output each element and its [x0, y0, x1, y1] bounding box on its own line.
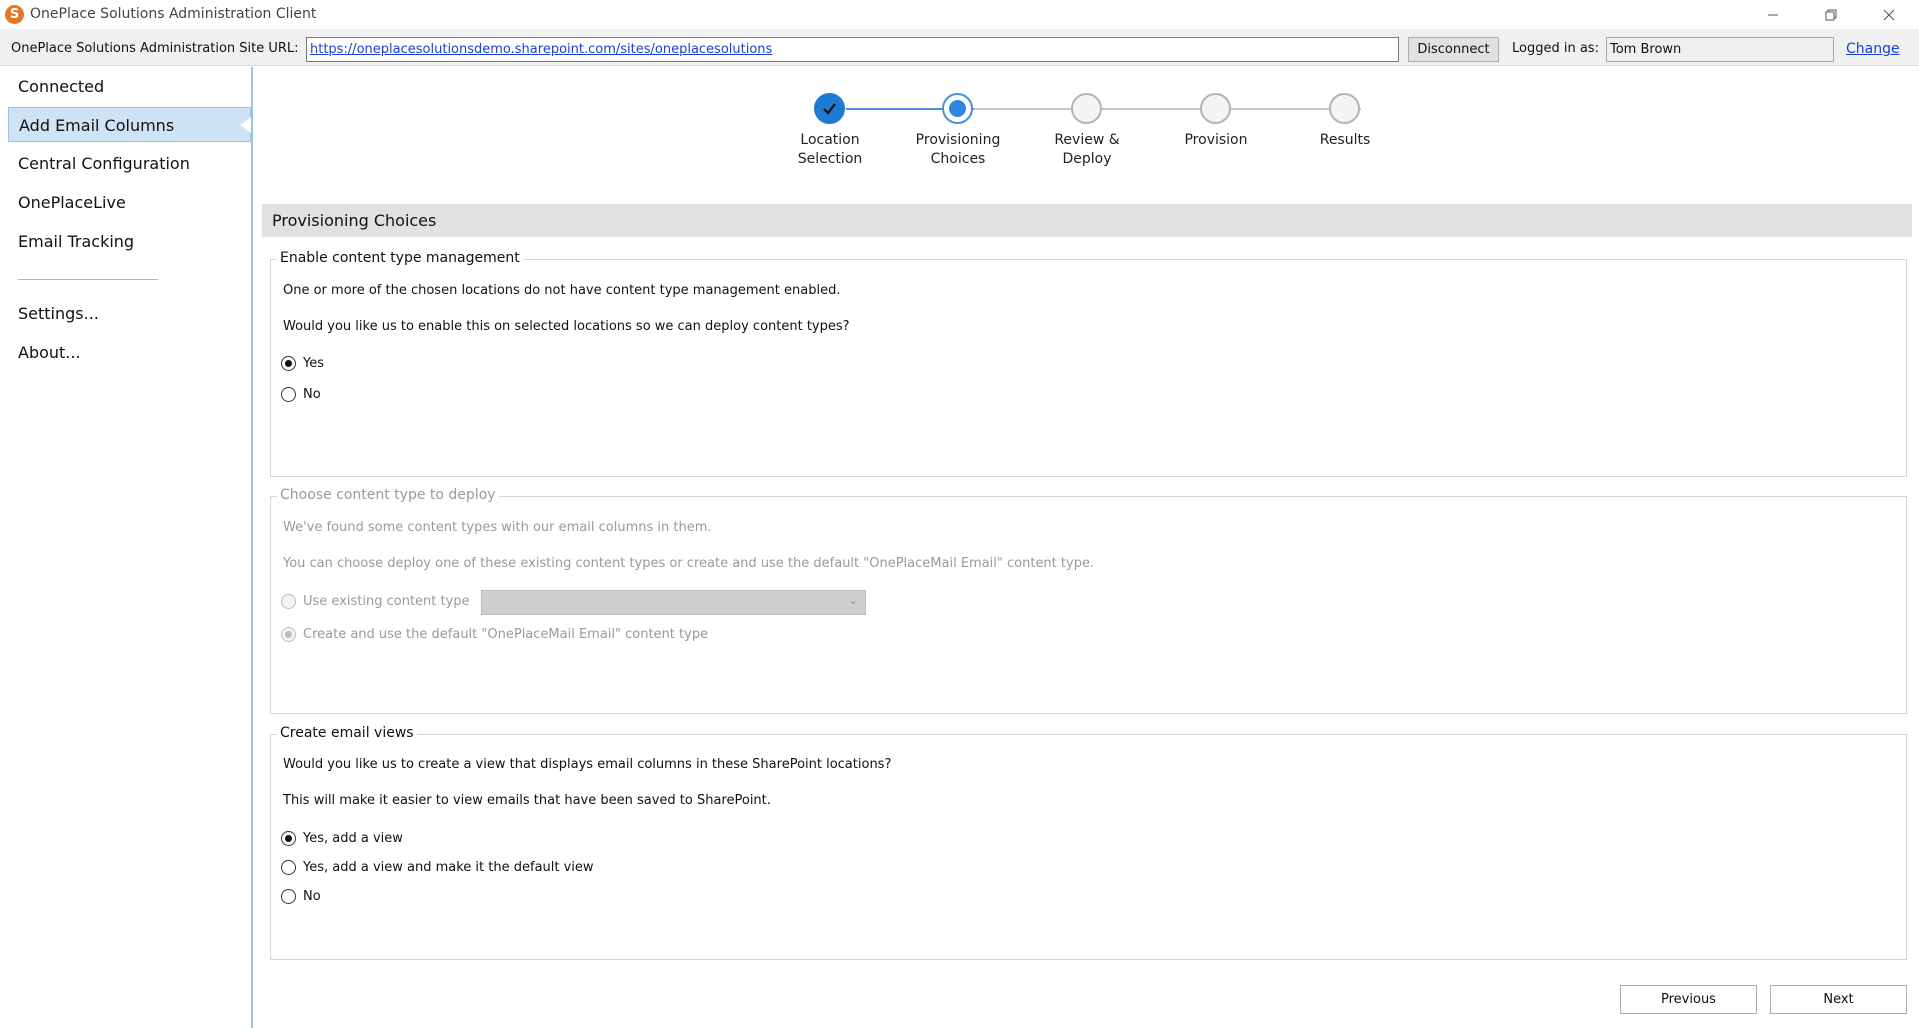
radio-label: No — [303, 888, 321, 904]
sidebar-item-add-email-columns[interactable]: Add Email Columns — [8, 107, 251, 142]
checkmark-icon — [823, 103, 836, 115]
group-question: Would you like us to create a view that … — [283, 757, 892, 772]
group-title: Choose content type to deploy — [277, 487, 499, 503]
close-icon — [1883, 9, 1895, 20]
sidebar-item-oneplacelive[interactable]: OnePlaceLive — [8, 185, 251, 220]
step-provision — [1200, 93, 1231, 124]
close-button[interactable] — [1860, 0, 1918, 29]
window-title: OnePlace Solutions Administration Client — [30, 6, 317, 22]
sidebar-item-about[interactable]: About... — [8, 335, 251, 370]
title-bar: S OnePlace Solutions Administration Clie… — [0, 0, 1919, 29]
minimize-icon — [1768, 14, 1778, 15]
group-description: This will make it easier to view emails … — [283, 793, 771, 808]
next-button[interactable]: Next — [1770, 985, 1907, 1014]
radio-button[interactable] — [281, 626, 296, 642]
site-url-label: OnePlace Solutions Administration Site U… — [11, 41, 299, 56]
step-label: Review & Deploy — [1054, 132, 1120, 167]
restore-button[interactable] — [1802, 0, 1860, 29]
group-title: Create email views — [277, 725, 417, 741]
restore-icon — [1825, 9, 1837, 20]
site-url-bar: OnePlace Solutions Administration Site U… — [0, 29, 1919, 66]
radio-label: Yes, add a view and make it the default … — [303, 859, 594, 875]
content-type-deploy-group: Choose content type to deploy We've foun… — [270, 487, 1907, 714]
step-label: Provision — [1184, 132, 1248, 148]
wizard-stepper: Location Selection Provisioning Choices … — [255, 67, 1919, 202]
logged-in-label: Logged in as: — [1512, 41, 1599, 56]
sidebar-item-central-configuration[interactable]: Central Configuration — [8, 146, 251, 181]
radio-label: Yes, add a view — [303, 830, 403, 846]
current-step-dot — [949, 100, 966, 117]
step-label: Provisioning Choices — [915, 132, 1001, 167]
step-label: Location Selection — [797, 132, 863, 167]
add-default-view-radio[interactable]: Yes, add a view and make it the default … — [281, 858, 594, 876]
group-description: We've found some content types with our … — [283, 520, 712, 535]
app-logo-icon: S — [5, 5, 24, 24]
step-label: Results — [1319, 132, 1371, 148]
group-question: You can choose deploy one of these exist… — [283, 556, 1095, 571]
radio-button[interactable] — [281, 593, 296, 609]
change-user-link[interactable]: Change — [1846, 41, 1900, 57]
active-indicator — [240, 117, 251, 133]
content-type-management-group: Enable content type management One or mo… — [270, 250, 1907, 477]
radio-button[interactable] — [281, 888, 296, 904]
disconnect-button[interactable]: Disconnect — [1408, 37, 1499, 62]
group-title: Enable content type management — [277, 250, 523, 266]
enable-ct-no-radio[interactable]: No — [281, 385, 321, 403]
group-question: Would you like us to enable this on sele… — [283, 319, 850, 334]
radio-button[interactable] — [281, 355, 296, 371]
create-default-ct-radio[interactable]: Create and use the default "OnePlaceMail… — [281, 625, 708, 643]
use-existing-ct-radio[interactable]: Use existing content type — [281, 592, 470, 610]
email-views-group: Create email views Would you like us to … — [270, 725, 1907, 960]
sidebar-item-connected[interactable]: Connected — [8, 69, 251, 104]
radio-label: Yes — [303, 355, 324, 371]
step-results — [1329, 93, 1360, 124]
logged-in-user-field: Tom Brown — [1606, 37, 1834, 62]
radio-label: Create and use the default "OnePlaceMail… — [303, 626, 709, 642]
previous-button[interactable]: Previous — [1620, 985, 1757, 1014]
sidebar-item-email-tracking[interactable]: Email Tracking — [8, 224, 251, 259]
page-title: Provisioning Choices — [262, 204, 1912, 237]
step-provisioning-choices — [942, 93, 973, 124]
sidebar-item-settings[interactable]: Settings... — [8, 296, 251, 331]
sidebar: Connected Add Email Columns Central Conf… — [0, 67, 253, 1028]
group-description: One or more of the chosen locations do n… — [283, 283, 841, 298]
radio-button[interactable] — [281, 859, 296, 875]
add-view-radio[interactable]: Yes, add a view — [281, 829, 403, 847]
step-location-selection — [814, 93, 845, 124]
radio-button[interactable] — [281, 386, 296, 402]
radio-label: No — [303, 386, 321, 402]
sidebar-item-label: Add Email Columns — [19, 116, 175, 135]
radio-label: Use existing content type — [303, 593, 470, 609]
chevron-down-icon: ⌄ — [848, 594, 858, 607]
radio-button[interactable] — [281, 830, 296, 846]
existing-content-type-dropdown[interactable]: ⌄ — [481, 590, 866, 615]
step-review-deploy — [1071, 93, 1102, 124]
no-view-radio[interactable]: No — [281, 887, 321, 905]
site-url-input[interactable]: https://oneplacesolutionsdemo.sharepoint… — [306, 37, 1399, 62]
minimize-button[interactable] — [1744, 0, 1802, 29]
enable-ct-yes-radio[interactable]: Yes — [281, 354, 324, 372]
sidebar-divider — [18, 279, 158, 280]
